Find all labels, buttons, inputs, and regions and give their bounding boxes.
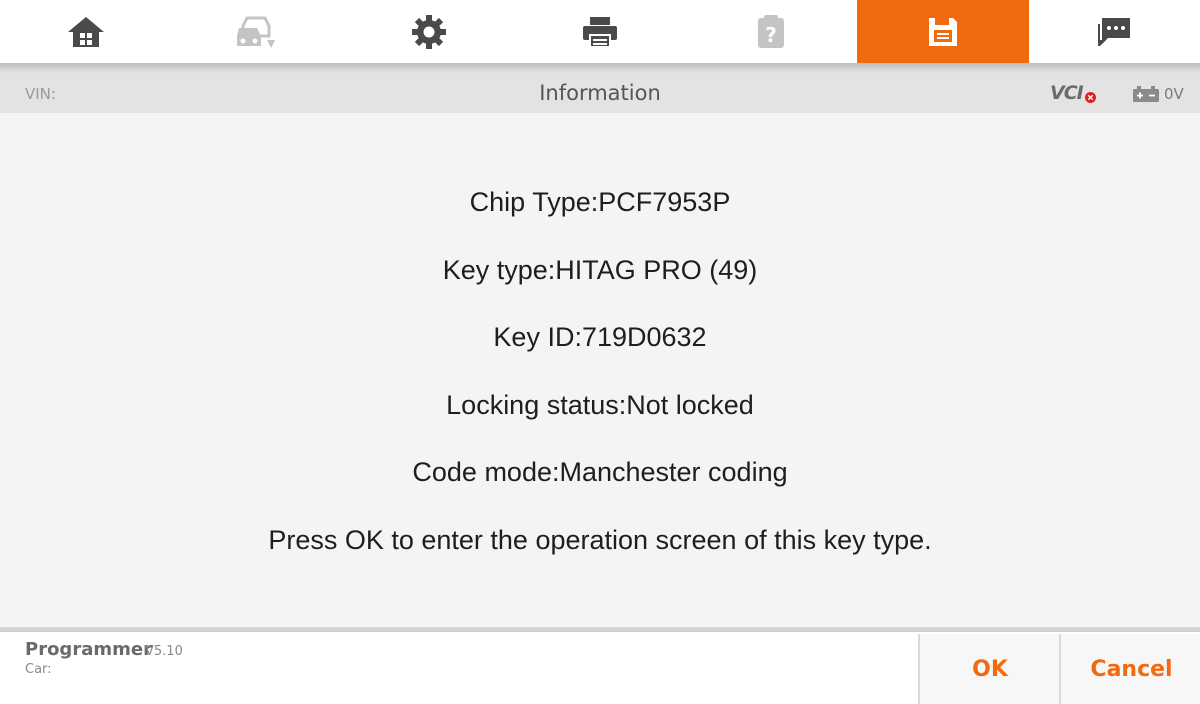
key-type-text: Key type:HITAG PRO (49)	[442, 255, 758, 285]
status-bar: VIN: Information VCI 0V	[0, 73, 1200, 113]
locking-status-text: Locking status:Not locked	[446, 390, 754, 420]
vci-disconnected-icon	[1085, 92, 1096, 103]
page-title: Information	[539, 81, 661, 105]
instruction-text: Press OK to enter the operation screen o…	[268, 525, 932, 555]
vci-indicator: VCI	[1050, 82, 1084, 104]
voltage-readout: 0V	[1164, 85, 1184, 103]
app-version: V5.10	[145, 644, 183, 659]
information-panel: Chip Type:PCF7953P Key type:HITAG PRO (4…	[0, 113, 1200, 627]
chip-type-text: Chip Type:PCF7953P	[469, 187, 731, 217]
car-label: Car:	[25, 662, 52, 677]
toolbar-car-switch-button[interactable]	[171, 0, 342, 63]
car-switch-icon	[237, 16, 276, 48]
toolbar-print-button[interactable]	[514, 0, 685, 63]
svg-text:?: ?	[766, 23, 778, 47]
help-icon: ?	[758, 14, 785, 48]
top-toolbar: ?	[0, 0, 1200, 63]
battery-icon	[1133, 86, 1159, 102]
toolbar-divider	[0, 63, 1200, 73]
chat-icon	[1098, 17, 1131, 46]
footer-bar: Programmer V5.10 Car: OK Cancel	[0, 632, 1200, 704]
home-icon	[67, 16, 104, 47]
cancel-button[interactable]: Cancel	[1059, 634, 1200, 704]
toolbar-settings-button[interactable]	[343, 0, 514, 63]
toolbar-message-button[interactable]	[1029, 0, 1200, 63]
toolbar-save-button[interactable]	[857, 0, 1029, 63]
code-mode-text: Code mode:Manchester coding	[412, 457, 788, 487]
app-name: Programmer	[25, 639, 152, 660]
gear-icon	[411, 14, 446, 49]
key-id-text: Key ID:719D0632	[493, 322, 707, 352]
save-icon	[928, 17, 957, 46]
printer-icon	[582, 16, 617, 48]
toolbar-home-button[interactable]	[0, 0, 171, 63]
toolbar-help-button[interactable]: ?	[686, 0, 857, 63]
ok-button[interactable]: OK	[918, 634, 1060, 704]
